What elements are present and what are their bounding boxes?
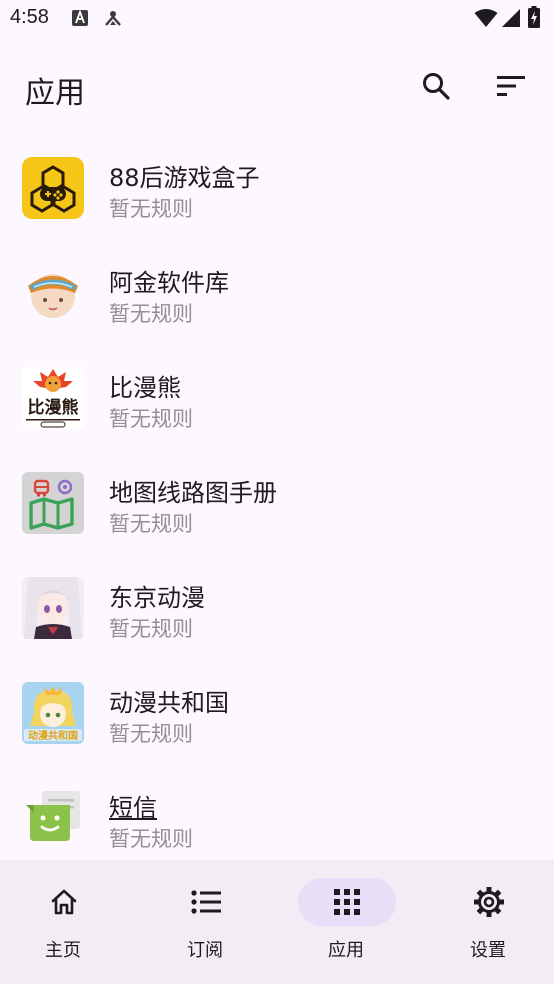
wifi-icon <box>474 8 498 32</box>
top-app-bar: 应用 <box>0 40 554 136</box>
app-name: 东京动漫 <box>109 584 205 612</box>
list-icon <box>191 890 221 914</box>
nav-item-apps[interactable]: 应用 <box>277 860 415 984</box>
list-item-app[interactable]: 88后游戏盒子 暂无规则 <box>0 136 554 241</box>
search-button[interactable] <box>412 62 460 110</box>
nav-item-settings[interactable]: 设置 <box>419 860 554 984</box>
sort-icon <box>497 76 525 96</box>
status-time: 4:58 <box>10 6 49 28</box>
nav-item-subscriptions[interactable]: 订阅 <box>136 860 274 984</box>
list-item-app[interactable]: 动漫共和国 动漫共和国 暂无规则 <box>0 661 554 766</box>
list-item-app[interactable]: 短信 暂无规则 <box>0 766 554 860</box>
app-name: 88后游戏盒子 <box>109 164 260 192</box>
app-name: 比漫熊 <box>109 374 181 402</box>
list-item-app[interactable]: 地图线路图手册 暂无规则 <box>0 451 554 556</box>
signal-icon <box>501 8 521 32</box>
home-icon <box>51 889 77 915</box>
app-rule-status: 暂无规则 <box>109 302 193 326</box>
a-notification-icon <box>71 9 89 31</box>
app-name: 动漫共和国 <box>109 689 229 717</box>
nav-label: 应用 <box>328 940 364 961</box>
app-rule-status: 暂无规则 <box>109 617 193 641</box>
sort-button[interactable] <box>487 62 535 110</box>
nav-item-home[interactable]: 主页 <box>0 860 132 984</box>
map-app-icon <box>22 472 84 534</box>
nav-indicator <box>440 878 538 926</box>
app-name: 阿金软件库 <box>109 269 229 297</box>
apps-grid-icon <box>334 889 360 915</box>
bimanxiong-logo-text: 比漫熊 <box>28 397 79 418</box>
messages-app-icon <box>22 787 84 849</box>
nav-label: 订阅 <box>187 940 223 961</box>
app-name: 短信 <box>109 794 157 822</box>
debug-notification-icon <box>103 9 123 31</box>
nav-indicator <box>157 878 255 926</box>
app-rule-status: 暂无规则 <box>109 197 193 221</box>
bimanxiong-app-icon: 比漫熊 <box>22 367 84 429</box>
nav-label: 设置 <box>470 940 506 961</box>
list-item-app[interactable]: 比漫熊 比漫熊 暂无规则 <box>0 346 554 451</box>
app-rule-status: 暂无规则 <box>109 512 193 536</box>
nav-active-indicator <box>298 878 396 926</box>
anime-republic-app-icon: 动漫共和国 <box>22 682 84 744</box>
bottom-navigation: 主页 订阅 应用 设置 <box>0 860 554 984</box>
nav-indicator <box>15 878 113 926</box>
app-rule-status: 暂无规则 <box>109 827 193 851</box>
search-icon <box>423 73 450 100</box>
app-rule-status: 暂无规则 <box>109 722 193 746</box>
page-title: 应用 <box>25 76 85 111</box>
list-item-app[interactable]: 东京动漫 暂无规则 <box>0 556 554 661</box>
ajin-app-icon <box>22 262 84 324</box>
battery-icon <box>528 6 540 32</box>
tokyo-anime-app-icon <box>22 577 84 639</box>
app-rule-status: 暂无规则 <box>109 407 193 431</box>
game-box-app-icon <box>22 157 84 219</box>
list-item-app[interactable]: 阿金软件库 暂无规则 <box>0 241 554 346</box>
app-name: 地图线路图手册 <box>109 479 277 507</box>
status-bar: 4:58 <box>0 0 554 40</box>
gear-icon <box>474 887 504 917</box>
anime-republic-logo-text: 动漫共和国 <box>28 729 78 742</box>
app-list: 88后游戏盒子 暂无规则 阿金软件库 暂无规则 比漫熊 比漫熊 暂无规则 地图线… <box>0 136 554 860</box>
nav-label: 主页 <box>45 940 81 961</box>
